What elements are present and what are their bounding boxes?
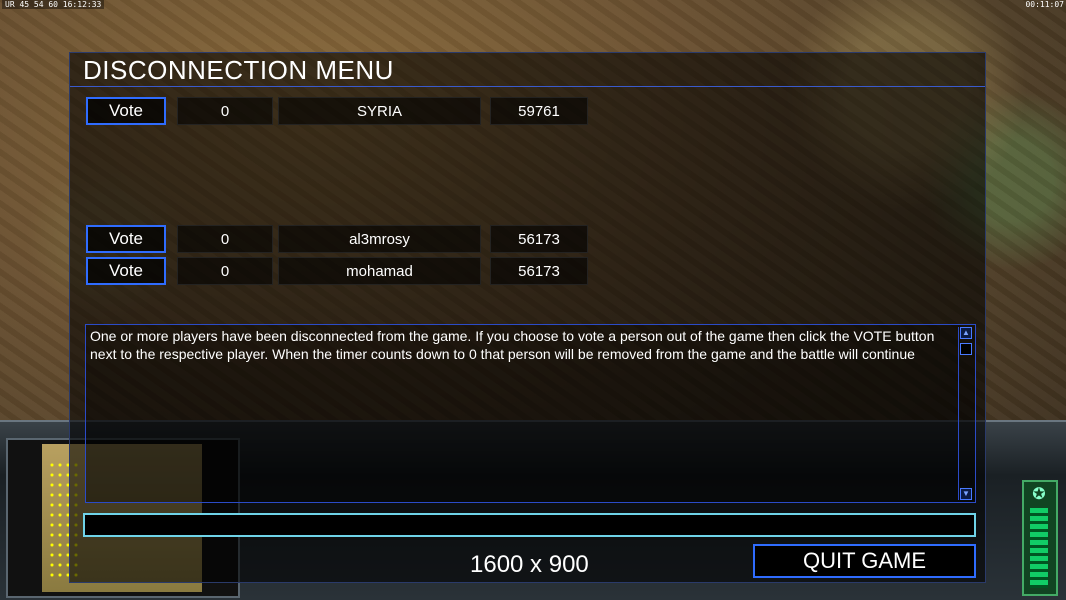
- player-timer: 56173: [490, 225, 588, 253]
- vote-count: 0: [177, 225, 273, 253]
- disconnection-dialog: DISCONNECTION MENU Vote 0 SYRIA 59761 Vo…: [69, 52, 986, 583]
- star-icon: ✪: [1032, 486, 1046, 503]
- title-divider: [70, 86, 985, 87]
- dialog-title: DISCONNECTION MENU: [83, 55, 394, 85]
- scroll-up-arrow-icon[interactable]: ▲: [960, 327, 972, 339]
- player-timer: 59761: [490, 97, 588, 125]
- vote-count: 0: [177, 257, 273, 285]
- scroll-thumb[interactable]: [960, 343, 972, 355]
- message-box: One or more players have been disconnect…: [85, 324, 976, 503]
- hud-stats: UR 45 54 60 16:12:33: [2, 0, 105, 9]
- scroll-down-arrow-icon[interactable]: ▼: [960, 488, 972, 500]
- player-timer: 56173: [490, 257, 588, 285]
- rank-bars: [1030, 508, 1048, 588]
- hud-game-timer: 00:11:07: [1025, 0, 1064, 9]
- vote-count: 0: [177, 97, 273, 125]
- quit-game-button[interactable]: QUIT GAME: [753, 544, 976, 578]
- resolution-label: 1600 x 900: [470, 551, 589, 578]
- vote-button[interactable]: Vote: [86, 257, 166, 285]
- disconnect-message: One or more players have been disconnect…: [90, 328, 935, 362]
- vote-button[interactable]: Vote: [86, 225, 166, 253]
- player-name: al3mrosy: [278, 225, 481, 253]
- message-scrollbar[interactable]: ▲ ▼: [958, 327, 973, 500]
- chat-input[interactable]: [83, 513, 976, 537]
- player-name: SYRIA: [278, 97, 481, 125]
- rank-panel: ✪: [1022, 480, 1058, 596]
- player-name: mohamad: [278, 257, 481, 285]
- vote-button[interactable]: Vote: [86, 97, 166, 125]
